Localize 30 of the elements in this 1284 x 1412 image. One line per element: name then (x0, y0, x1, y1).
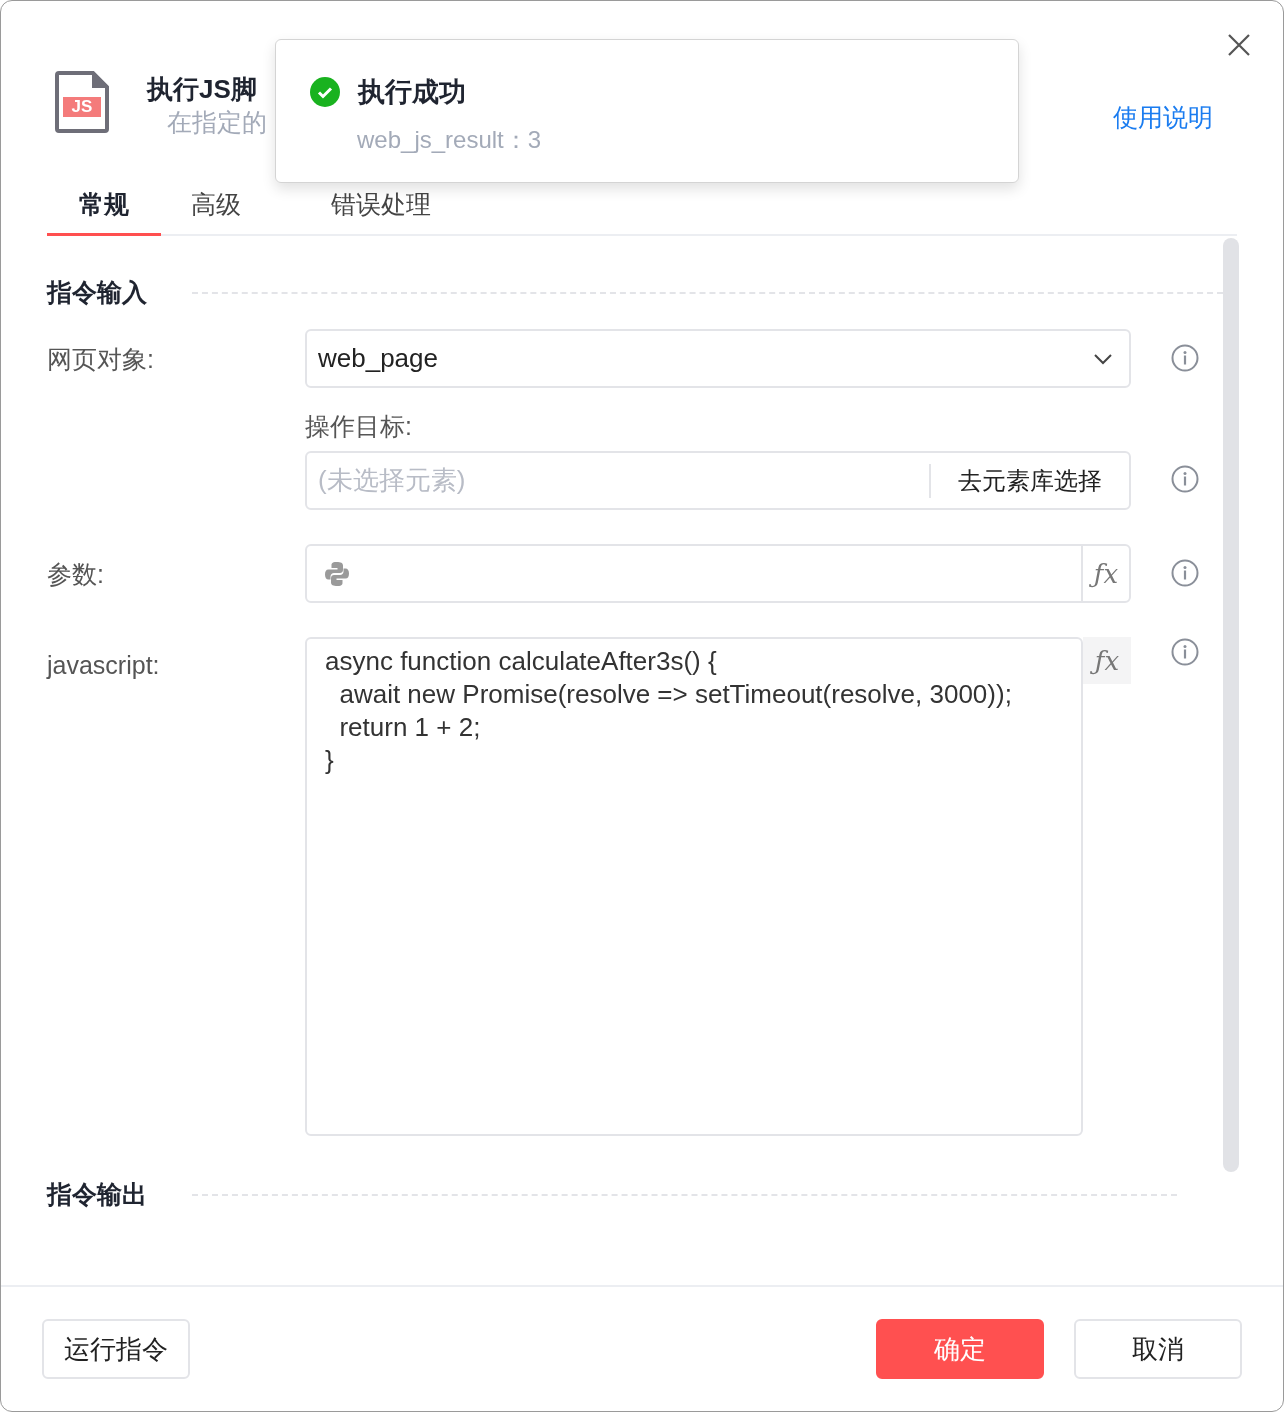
section-title: 指令输出 (47, 1179, 148, 1210)
field-label: 网页对象: (47, 344, 155, 375)
dialog-subtitle: 在指定的 (167, 107, 267, 137)
toast-title: 执行成功 (358, 76, 466, 109)
chevron-down-icon (1093, 352, 1113, 365)
scrollbar[interactable] (1223, 238, 1239, 1172)
close-icon[interactable] (1227, 33, 1251, 57)
info-icon[interactable] (1170, 464, 1200, 494)
dialog-title: 执行JS脚 (147, 73, 258, 106)
tab[interactable]: 错误处理 (271, 188, 463, 236)
toast-message: web_js_result：3 (357, 125, 543, 155)
tab[interactable]: 常规 (47, 188, 161, 236)
field-label: 参数: (47, 559, 105, 590)
element-library-button[interactable]: 去元素库选择 (929, 463, 1129, 498)
info-icon[interactable] (1170, 343, 1200, 373)
function-button[interactable]: ƒx (1083, 637, 1131, 684)
cancel-button[interactable]: 取消 (1074, 1319, 1242, 1379)
run-button[interactable]: 运行指令 (42, 1319, 190, 1379)
web-object-select[interactable]: web_page (305, 329, 1131, 388)
info-icon[interactable] (1170, 558, 1200, 588)
field-label: javascript: (47, 650, 161, 680)
function-button[interactable]: ƒx (1081, 546, 1129, 601)
js-file-icon: JS (55, 71, 109, 133)
tab[interactable]: 高级 (159, 188, 273, 236)
info-icon[interactable] (1170, 637, 1200, 667)
python-icon (323, 559, 351, 588)
field-label: 操作目标: (305, 411, 413, 442)
section-title: 指令输入 (47, 277, 148, 308)
help-link[interactable]: 使用说明 (1113, 101, 1213, 134)
code-editor[interactable]: async function calculateAfter3s() { await new Promise(resolve => setTimeout(resolve, 3000)); return 1 + 2; } (305, 637, 1083, 1136)
